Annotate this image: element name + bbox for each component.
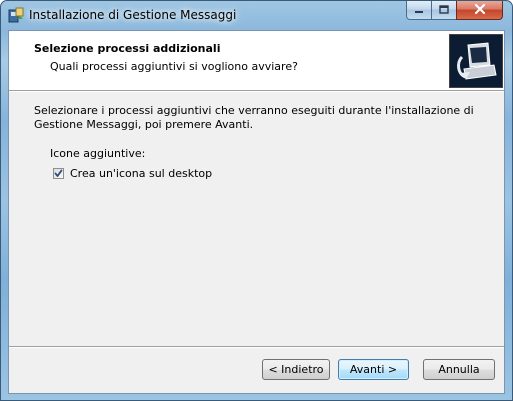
page-subtitle: Quali processi aggiuntivi si vogliono av… [50,60,298,73]
close-icon [474,3,486,17]
desktop-icon-checkbox[interactable] [53,168,64,179]
desktop-icon-option[interactable]: Crea un'icona sul desktop [53,167,212,180]
desktop-icon-checkbox-label[interactable]: Crea un'icona sul desktop [70,167,212,180]
next-button[interactable]: Avanti > [338,359,409,380]
description-text: Selezionare i processi aggiuntivi che ve… [34,104,474,131]
back-button[interactable]: < Indietro [262,359,330,380]
minimize-icon [414,4,424,17]
maximize-icon [439,4,449,17]
installer-logo-icon [449,34,503,88]
wizard-client-area: Selezione processi addizionali Quali pro… [8,30,505,394]
installer-app-icon [8,7,24,23]
section-label-icons: Icone aggiuntive: [50,147,146,160]
cancel-button[interactable]: Annulla [423,359,495,380]
wizard-header: Selezione processi addizionali Quali pro… [9,31,504,91]
installer-window: Installazione di Gestione Messaggi Selez… [0,0,513,401]
header-divider [9,91,504,92]
close-button[interactable] [456,1,503,20]
window-title: Installazione di Gestione Messaggi [29,8,237,22]
footer-divider [9,346,504,347]
minimize-button[interactable] [406,1,432,20]
title-bar[interactable]: Installazione di Gestione Messaggi [1,1,512,30]
maximize-button[interactable] [431,1,457,20]
page-title: Selezione processi addizionali [34,42,221,55]
